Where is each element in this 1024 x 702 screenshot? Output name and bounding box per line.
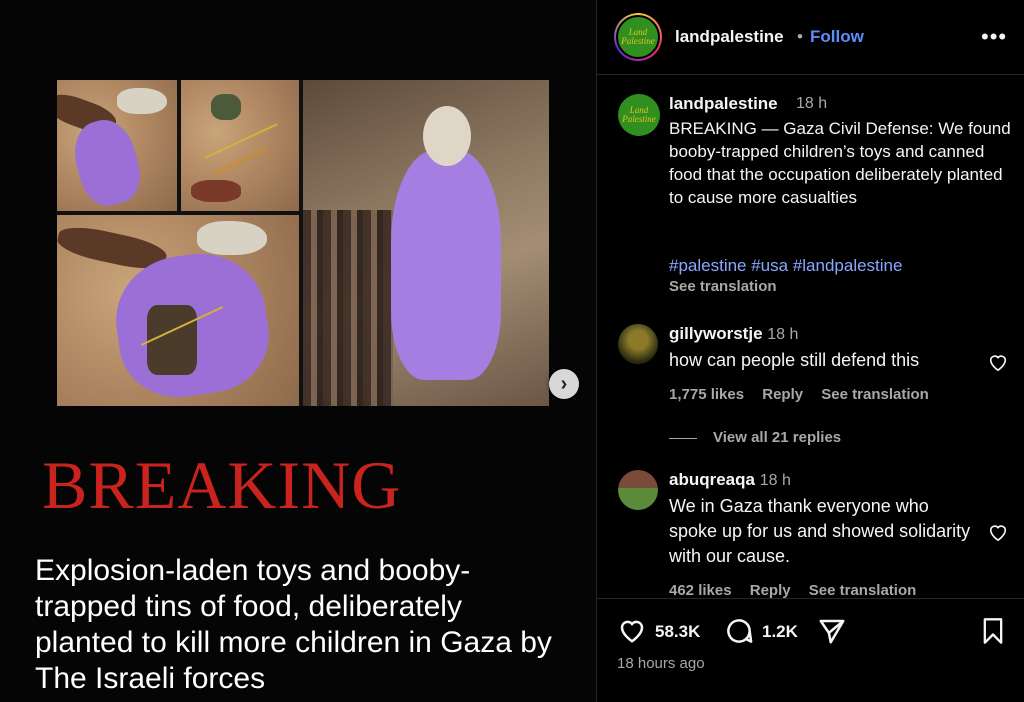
- comment-text: We in Gaza thank everyone who spoke up f…: [669, 496, 971, 566]
- post-side-panel: Land Palestine landpalestine • Follow •••…: [596, 0, 1024, 702]
- comment-meta: 1,775 likes Reply See translation: [669, 386, 943, 403]
- caption-username[interactable]: landpalestine: [669, 94, 778, 114]
- reply-button[interactable]: Reply: [762, 386, 803, 403]
- reply-button[interactable]: Reply: [750, 582, 791, 598]
- collage-photo-4: [303, 80, 549, 406]
- caption-text: BREAKING — Gaza Civil Defense: We found …: [669, 119, 1011, 207]
- likes-count[interactable]: 58.3K: [655, 622, 700, 642]
- breaking-title: BREAKING: [42, 447, 402, 523]
- caption-avatar[interactable]: Land Palestine: [618, 94, 660, 136]
- comment-likes[interactable]: 462 likes: [669, 582, 732, 598]
- see-translation-link[interactable]: See translation: [821, 386, 929, 403]
- collage-photo-1: [57, 80, 177, 211]
- comment-username[interactable]: gillyworstje 18 h: [669, 324, 798, 344]
- separator-dot: •: [797, 27, 803, 46]
- header-username[interactable]: landpalestine: [675, 27, 784, 47]
- view-replies-button[interactable]: View all 21 replies: [669, 429, 841, 446]
- profile-avatar[interactable]: Land Palestine: [614, 13, 662, 61]
- like-heart-icon[interactable]: [617, 616, 647, 644]
- photo-collage: [57, 80, 549, 406]
- collage-photo-3: [57, 215, 299, 406]
- comment-likes[interactable]: 1,775 likes: [669, 386, 744, 403]
- caption-time: 18 h: [796, 95, 828, 112]
- carousel-next-button[interactable]: ›: [549, 369, 579, 399]
- like-heart-icon[interactable]: [987, 352, 1009, 372]
- caption-see-translation[interactable]: See translation: [669, 278, 777, 295]
- collage-photo-2: [181, 80, 299, 211]
- post-actions-bar: 58.3K 1.2K 18 hours ago: [597, 598, 1024, 702]
- follow-button[interactable]: Follow: [810, 27, 864, 47]
- comment-meta: 462 likes Reply See translation: [669, 582, 930, 598]
- post-timestamp: 18 hours ago: [617, 655, 705, 672]
- comments-scroll-area[interactable]: Land Palestine landpalestine 18 h BREAKIN…: [597, 76, 1024, 598]
- comment-text: how can people still defend this: [669, 350, 920, 370]
- like-heart-icon[interactable]: [987, 522, 1009, 542]
- divider-line: [669, 437, 697, 439]
- chevron-right-icon: ›: [560, 372, 568, 395]
- brand-logo: Land Palestine: [621, 27, 655, 46]
- share-icon[interactable]: [817, 616, 847, 646]
- avatar[interactable]: [618, 324, 658, 364]
- bookmark-icon[interactable]: [979, 616, 1007, 646]
- more-options-icon[interactable]: •••: [981, 24, 1007, 50]
- post-media: › BREAKING Explosion-laden toys and boob…: [0, 0, 596, 702]
- caption-hashtags[interactable]: #palestine #usa #landpalestine: [669, 256, 902, 276]
- brand-logo-small: Land Palestine: [622, 105, 656, 124]
- see-translation-link[interactable]: See translation: [809, 582, 917, 598]
- image-caption: Explosion-laden toys and booby-trapped t…: [35, 554, 552, 695]
- comment-icon[interactable]: [724, 616, 754, 646]
- avatar[interactable]: [618, 470, 658, 510]
- post-header: Land Palestine landpalestine • Follow •••: [597, 0, 1024, 75]
- comments-count[interactable]: 1.2K: [762, 622, 798, 642]
- comment-username[interactable]: abuqreaqa 18 h: [669, 470, 791, 490]
